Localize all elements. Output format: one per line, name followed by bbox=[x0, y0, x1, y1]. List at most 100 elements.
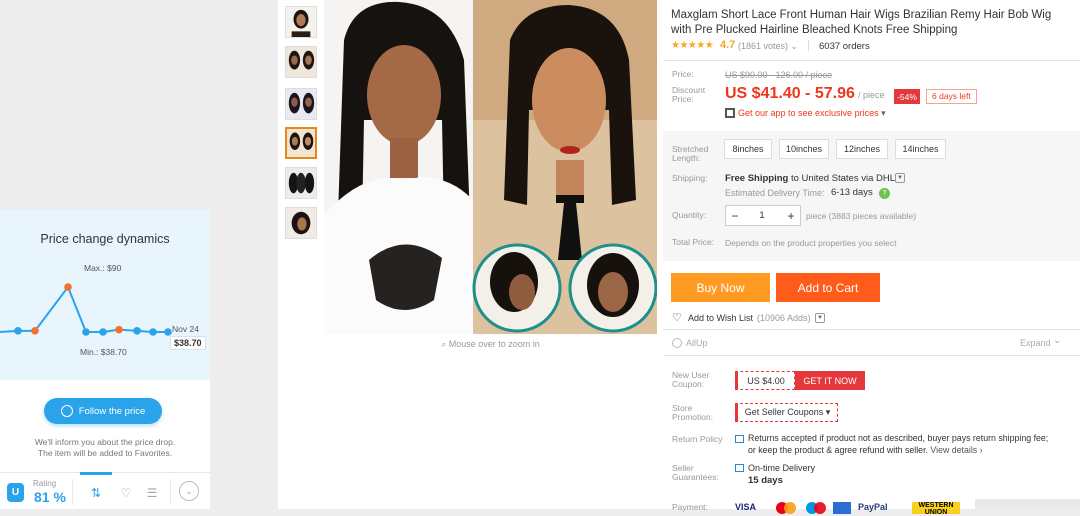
thumbnail-6[interactable] bbox=[285, 207, 317, 239]
quantity-input[interactable]: 1 bbox=[755, 205, 769, 226]
divider bbox=[170, 479, 171, 505]
western-union-logo-icon: WESTERN UNION bbox=[912, 502, 960, 516]
heart-icon[interactable]: ♡ bbox=[672, 311, 682, 324]
price-label: Price: bbox=[672, 69, 694, 79]
divider bbox=[72, 479, 73, 505]
list-icon[interactable]: ☰ bbox=[142, 485, 162, 501]
heart-icon[interactable]: ♡ bbox=[116, 485, 136, 501]
app-exclusive-link[interactable]: Get our app to see exclusive prices ▾ bbox=[738, 108, 886, 119]
max-price-point bbox=[64, 283, 72, 291]
product-title: Maxglam Short Lace Front Human Hair Wigs… bbox=[671, 9, 1052, 36]
chevron-down-icon[interactable]: ⌄ bbox=[1053, 335, 1061, 346]
shipping-label: Shipping: bbox=[672, 173, 708, 183]
zoom-hint: ⌕ Mouse over to zoom in bbox=[324, 339, 657, 350]
divider bbox=[808, 40, 809, 51]
wishlist-dropdown-icon[interactable]: ▼ bbox=[815, 313, 825, 323]
allup-label[interactable]: AllUp bbox=[686, 338, 708, 348]
mastercard-logo-icon bbox=[775, 502, 797, 514]
label-line: Coupon: bbox=[672, 379, 705, 389]
seller-guarantees-label: Seller Guarantees: bbox=[672, 464, 719, 482]
qr-code-icon bbox=[725, 108, 735, 118]
label-line: Guarantees: bbox=[672, 472, 719, 482]
price-point bbox=[133, 327, 141, 335]
maestro-logo-icon bbox=[805, 502, 827, 514]
shipping-info: Free Shipping to United States via DHL bbox=[725, 173, 895, 184]
discount-price: US $41.40 - 57.96 bbox=[725, 85, 855, 102]
guarantee-days: 15 days bbox=[748, 475, 783, 486]
expand-link[interactable]: Expand bbox=[1020, 338, 1051, 348]
help-icon[interactable]: ? bbox=[879, 188, 890, 199]
follow-note: We'll inform you about the price drop. T… bbox=[0, 437, 210, 459]
size-option-10inches[interactable]: 10inches bbox=[779, 139, 829, 159]
amex-logo-icon bbox=[833, 502, 851, 514]
thumbnail-4[interactable] bbox=[285, 127, 317, 159]
zoom-hint-text: Mouse over to zoom in bbox=[448, 339, 540, 349]
total-price-value: Depends on the product properties you se… bbox=[725, 238, 897, 248]
label-line: Price: bbox=[672, 94, 694, 104]
new-user-coupon-label: New User Coupon: bbox=[672, 371, 709, 389]
divider bbox=[663, 329, 1080, 330]
add-to-wishlist-link[interactable]: Add to Wish List bbox=[688, 313, 753, 323]
return-policy-label: Return Policy bbox=[672, 434, 723, 444]
max-price-label: Max.: $90 bbox=[84, 263, 122, 273]
rating-stars-icon: ★★★★★ bbox=[671, 40, 714, 51]
app-link-text: Get our app to see exclusive prices bbox=[738, 108, 879, 118]
follow-price-label: Follow the price bbox=[78, 405, 146, 417]
quantity-plus-button[interactable]: + bbox=[784, 206, 798, 225]
quantity-minus-button[interactable]: − bbox=[728, 206, 742, 225]
return-icon bbox=[735, 435, 744, 443]
size-option-14inches[interactable]: 14inches bbox=[895, 139, 946, 159]
label-line: Length: bbox=[672, 153, 701, 163]
original-price: US $90.00 - 126.00 / piece bbox=[725, 70, 833, 80]
trend-chart-icon[interactable]: ⇅ bbox=[86, 485, 106, 501]
payment-label: Payment: bbox=[672, 502, 708, 512]
price-tracker-widget: Price change dynamics Max.: $90 Min.: $3… bbox=[0, 209, 210, 509]
allup-icon bbox=[672, 338, 682, 348]
shipping-dropdown-icon[interactable]: ▼ bbox=[895, 173, 905, 183]
min-price-label: Min.: $38.70 bbox=[80, 347, 127, 357]
thumbnail-3[interactable] bbox=[285, 88, 317, 120]
latest-date-label: Nov 24 bbox=[172, 324, 199, 334]
price-chart-panel: Price change dynamics Max.: $90 Min.: $3… bbox=[0, 209, 210, 380]
stretched-length-label: Stretched Length: bbox=[672, 145, 708, 163]
latest-price-label: $38.70 bbox=[170, 336, 206, 350]
price-point bbox=[82, 328, 90, 336]
follow-note-line: We'll inform you about the price drop. bbox=[34, 437, 176, 447]
magnifier-icon: ⌕ bbox=[441, 339, 447, 349]
price-point bbox=[164, 328, 172, 336]
size-option-8inches[interactable]: 8inches bbox=[724, 139, 772, 159]
return-policy-body: Returns accepted if product not as descr… bbox=[748, 433, 1049, 455]
orders-count: 6037 orders bbox=[819, 41, 870, 52]
rating-label: Rating bbox=[33, 479, 57, 488]
store-promotion-label: Store Promotion: bbox=[672, 404, 713, 422]
follow-icon bbox=[60, 405, 73, 417]
paypal-logo-icon: PayPal bbox=[858, 502, 888, 512]
follow-note-line: The item will be added to Favorites. bbox=[37, 448, 173, 458]
days-left-badge: 6 days left bbox=[926, 89, 977, 104]
main-product-image[interactable] bbox=[324, 0, 657, 334]
rating-value: 81 % bbox=[34, 489, 66, 505]
bottom-toolbar bbox=[975, 499, 1080, 509]
collapse-chevron-icon[interactable]: ⌄ bbox=[179, 481, 199, 501]
price-point bbox=[115, 325, 123, 334]
size-option-12inches[interactable]: 12inches bbox=[836, 139, 888, 159]
shield-icon bbox=[735, 464, 744, 472]
seller-coupons-button[interactable]: Get Seller Coupons ▾ bbox=[735, 403, 838, 422]
divider bbox=[663, 355, 1080, 356]
eta-label: Estimated Delivery Time: bbox=[725, 188, 825, 198]
rating-logo-icon: U bbox=[7, 483, 24, 502]
price-point bbox=[99, 328, 107, 336]
thumbnail-2[interactable] bbox=[285, 46, 317, 78]
follow-price-button[interactable]: Follow the price bbox=[44, 398, 162, 424]
visa-logo-icon: VISA bbox=[735, 502, 757, 512]
thumbnail-5[interactable] bbox=[285, 167, 317, 199]
product-photo bbox=[324, 0, 657, 334]
view-details-link[interactable]: View details › bbox=[928, 445, 982, 455]
add-to-cart-button[interactable]: Add to Cart bbox=[776, 273, 880, 302]
get-it-now-button[interactable]: GET IT NOW bbox=[795, 371, 865, 390]
thumbnail-1[interactable] bbox=[285, 6, 317, 38]
return-policy-text: Returns accepted if product not as descr… bbox=[748, 433, 1058, 456]
votes-link[interactable]: (1861 votes) ⌄ bbox=[738, 41, 798, 52]
coupon-amount: US $4.00 bbox=[735, 371, 795, 390]
buy-now-button[interactable]: Buy Now bbox=[671, 273, 770, 302]
